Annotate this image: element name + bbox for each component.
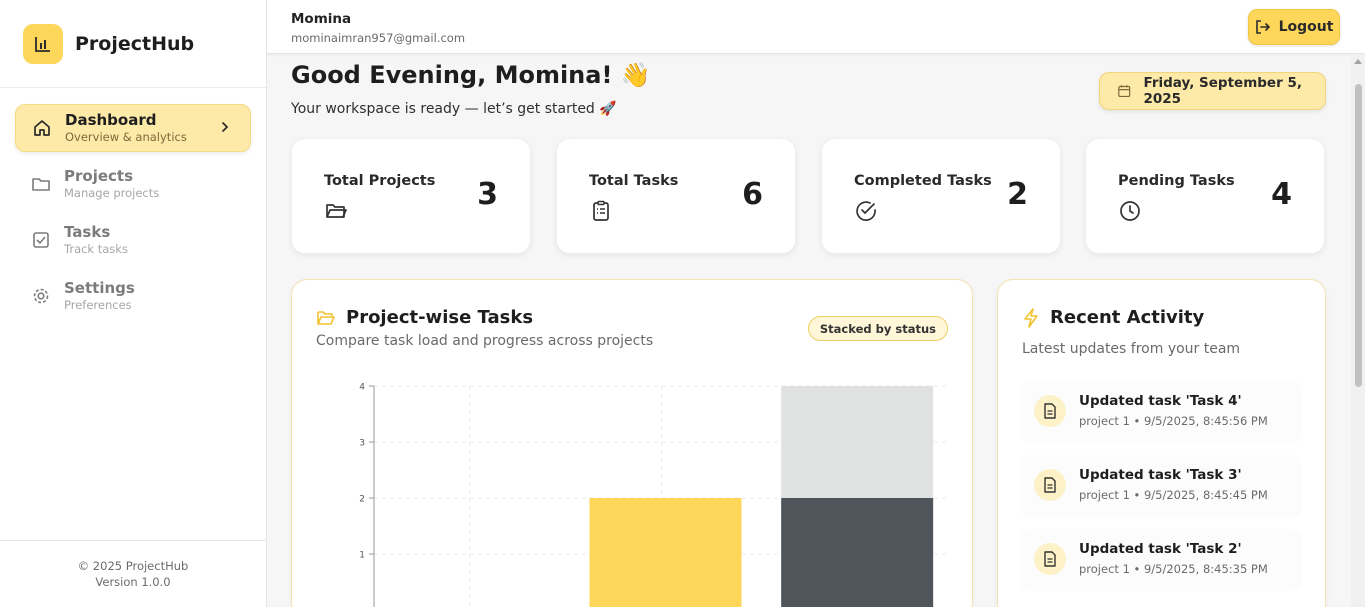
page-scrollbar[interactable]: [1351, 54, 1365, 607]
chart-bars: [589, 386, 934, 607]
sidebar: ProjectHub Dashboard Overview & analytic…: [0, 0, 267, 607]
activity-item[interactable]: Updated task 'Task 3' project 1 • 9/5/20…: [1020, 455, 1302, 517]
activity-item-meta: project 1 • 9/5/2025, 8:45:45 PM: [1079, 488, 1268, 502]
stat-value: 4: [1271, 177, 1292, 212]
sidebar-item-tasks[interactable]: Tasks Track tasks: [15, 216, 251, 264]
sidebar-item-sub: Track tasks: [64, 242, 128, 256]
sidebar-item-sub: Overview & analytics: [65, 130, 187, 144]
page-title: Good Evening, Momina! 👋: [291, 61, 651, 89]
clipboard-icon: [589, 199, 613, 227]
recent-activity-card: Recent Activity Latest updates from your…: [997, 279, 1326, 607]
sidebar-item-label: Dashboard: [65, 111, 157, 129]
checkbox-icon: [31, 230, 51, 250]
calendar-icon: [1118, 85, 1131, 98]
topbar: Momina mominaimran957@gmail.com Logout: [267, 0, 1365, 54]
scroll-up-arrow-icon[interactable]: [1354, 59, 1362, 64]
stat-value: 3: [477, 177, 498, 212]
scrollbar-thumb[interactable]: [1355, 84, 1362, 387]
activity-item-title: Updated task 'Task 2': [1079, 541, 1242, 557]
card-title: Project-wise Tasks: [316, 307, 533, 328]
document-icon: [1034, 543, 1066, 575]
sidebar-item-label: Settings: [64, 279, 135, 297]
sidebar-item-label: Tasks: [64, 223, 111, 241]
logout-button[interactable]: Logout: [1248, 9, 1340, 45]
stat-label: Completed Tasks: [854, 173, 992, 189]
y-tick-label: 1: [359, 551, 365, 561]
sidebar-item-projects[interactable]: Projects Manage projects: [15, 160, 251, 208]
chart-axis: 1 2 3 4: [359, 383, 375, 607]
version: Version 1.0.0: [95, 575, 171, 589]
sidebar-footer: © 2025 ProjectHub Version 1.0.0: [0, 540, 266, 607]
activity-item[interactable]: Updated task 'Task 2' project 1 • 9/5/20…: [1020, 529, 1302, 591]
user-email: mominaimran957@gmail.com: [291, 31, 466, 45]
date-badge: Friday, September 5, 2025: [1099, 72, 1326, 110]
sidebar-item-dashboard[interactable]: Dashboard Overview & analytics: [15, 104, 251, 152]
y-tick-label: 3: [359, 439, 365, 449]
chart-bar: [781, 498, 934, 607]
bar-chart-icon: [23, 23, 63, 64]
stat-card-completed-tasks: Completed Tasks 2: [821, 138, 1061, 254]
folder-open-icon: [317, 310, 335, 325]
chart-bar: [589, 498, 742, 607]
copyright: © 2025 ProjectHub: [77, 559, 189, 573]
project-tasks-card: Project-wise Tasks Compare task load and…: [291, 279, 973, 607]
stat-label: Total Tasks: [589, 173, 679, 189]
card-title: Recent Activity: [1022, 307, 1204, 328]
stat-value: 2: [1007, 177, 1028, 212]
brand: ProjectHub: [0, 0, 266, 88]
sidebar-item-sub: Preferences: [64, 298, 132, 312]
stat-card-pending-tasks: Pending Tasks 4: [1085, 138, 1325, 254]
stat-label: Pending Tasks: [1118, 173, 1235, 189]
main-content: Good Evening, Momina! 👋 Your workspace i…: [267, 54, 1351, 607]
activity-item[interactable]: Updated task 'Task 4' project 1 • 9/5/20…: [1020, 381, 1302, 443]
stacked-bar-chart: 1 2 3 4: [359, 383, 949, 607]
chart-title: Project-wise Tasks: [346, 307, 534, 328]
gear-icon: [31, 286, 51, 306]
page-subtitle: Your workspace is ready — let’s get star…: [291, 101, 617, 117]
chart-subtitle: Compare task load and progress across pr…: [316, 333, 654, 349]
folder-icon: [324, 199, 348, 227]
stat-value: 6: [742, 177, 763, 212]
y-tick-label: 4: [359, 383, 365, 393]
status-badge: Stacked by status: [807, 316, 948, 341]
activity-item-title: Updated task 'Task 4': [1079, 393, 1242, 409]
app-name: ProjectHub: [75, 32, 195, 55]
stat-card-total-tasks: Total Tasks 6: [556, 138, 796, 254]
activity-item-meta: project 1 • 9/5/2025, 8:45:56 PM: [1079, 414, 1268, 428]
activity-title: Recent Activity: [1050, 307, 1205, 328]
y-tick-label: 2: [359, 495, 365, 505]
sidebar-item-label: Projects: [64, 167, 134, 185]
chart-bar: [781, 386, 934, 498]
activity-item-meta: project 1 • 9/5/2025, 8:45:35 PM: [1079, 562, 1268, 576]
sidebar-nav: Dashboard Overview & analytics Projects …: [0, 88, 266, 320]
date-text: Friday, September 5, 2025: [1143, 75, 1302, 107]
lightning-icon: [1024, 307, 1038, 328]
logout-label: Logout: [1278, 19, 1334, 35]
document-icon: [1034, 395, 1066, 427]
logout-icon: [1255, 20, 1270, 34]
home-icon: [32, 118, 52, 138]
folder-icon: [31, 174, 51, 194]
clock-icon: [1118, 199, 1142, 227]
stat-card-total-projects: Total Projects 3: [291, 138, 531, 254]
check-circle-icon: [854, 199, 878, 227]
stat-label: Total Projects: [324, 173, 436, 189]
activity-item-title: Updated task 'Task 3': [1079, 467, 1242, 483]
document-icon: [1034, 469, 1066, 501]
activity-subtitle: Latest updates from your team: [1022, 341, 1241, 357]
user-name: Momina: [291, 11, 352, 27]
chevron-right-icon: [218, 119, 232, 138]
sidebar-item-sub: Manage projects: [64, 186, 160, 200]
sidebar-item-settings[interactable]: Settings Preferences: [15, 272, 251, 320]
